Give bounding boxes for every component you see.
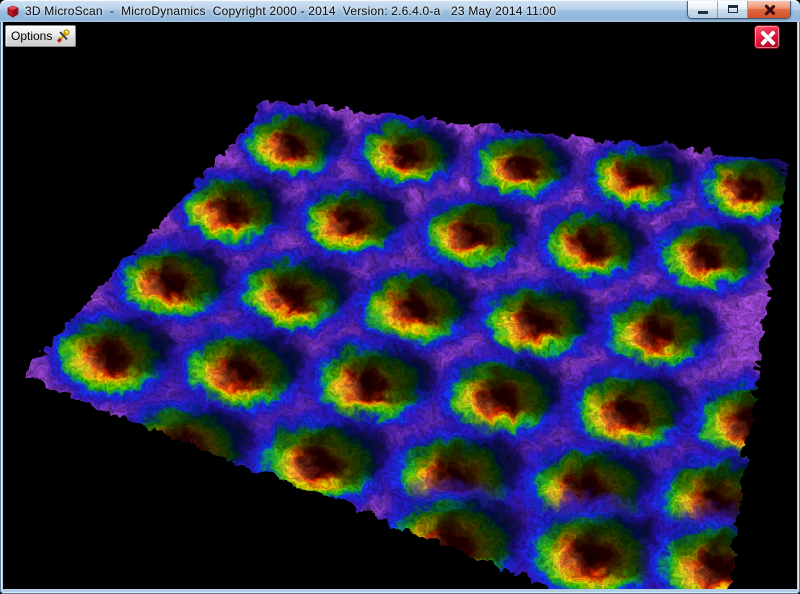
surface-geometry (3, 22, 797, 589)
maximize-button[interactable] (718, 1, 748, 18)
app-icon[interactable] (6, 4, 20, 18)
title-bar[interactable]: 3D MicroScan - MicroDynamics Copyright 2… (0, 0, 800, 22)
close-button[interactable] (748, 1, 790, 18)
x-icon (764, 4, 775, 15)
square-icon (728, 5, 738, 13)
options-button[interactable]: Options (5, 25, 76, 47)
window-title: 3D MicroScan - MicroDynamics Copyright 2… (25, 4, 556, 18)
options-label: Options (11, 29, 52, 43)
client-area: Options (3, 22, 797, 589)
minimize-button[interactable] (688, 1, 718, 18)
view-close-button[interactable] (754, 25, 780, 49)
app-window: 3D MicroScan - MicroDynamics Copyright 2… (0, 0, 800, 594)
surface-3d-view[interactable] (3, 22, 797, 589)
caption-button-group (687, 1, 791, 19)
dash-icon (698, 11, 708, 14)
tools-icon (56, 29, 70, 43)
